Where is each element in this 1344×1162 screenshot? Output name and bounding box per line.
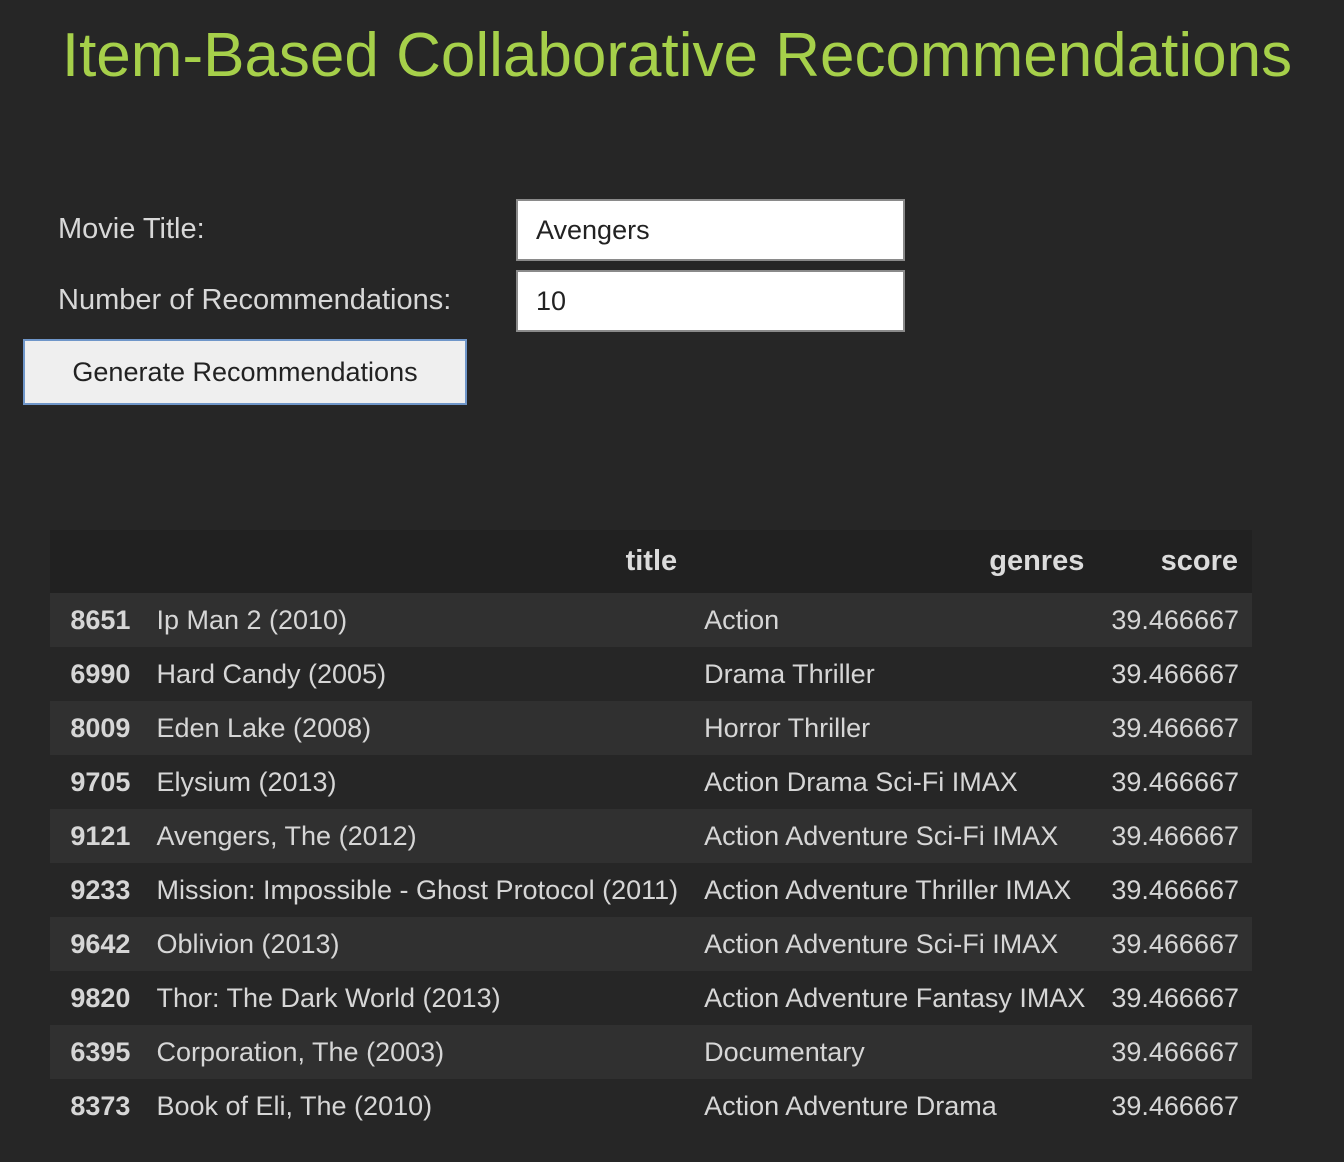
row-genres: Action Adventure Sci-Fi IMAX	[691, 809, 1099, 863]
row-index: 9820	[50, 971, 144, 1025]
page: Item-Based Collaborative Recommendations…	[0, 0, 1344, 1162]
table-header-row: title genres score	[50, 530, 1252, 593]
row-index: 9121	[50, 809, 144, 863]
table-row: 6990 Hard Candy (2005) Drama Thriller 39…	[50, 647, 1252, 701]
row-title: Eden Lake (2008)	[143, 701, 692, 755]
row-title: Elysium (2013)	[143, 755, 692, 809]
table-row: 9642 Oblivion (2013) Action Adventure Sc…	[50, 917, 1252, 971]
row-genres: Action	[691, 593, 1099, 647]
row-score: 39.466667	[1098, 1025, 1252, 1079]
row-index: 8009	[50, 701, 144, 755]
recommendations-table: title genres score 8651 Ip Man 2 (2010) …	[50, 530, 1252, 1133]
row-score: 39.466667	[1098, 593, 1252, 647]
table-row: 9820 Thor: The Dark World (2013) Action …	[50, 971, 1252, 1025]
row-score: 39.466667	[1098, 863, 1252, 917]
row-index: 9642	[50, 917, 144, 971]
row-genres: Action Drama Sci-Fi IMAX	[691, 755, 1099, 809]
row-genres: Drama Thriller	[691, 647, 1099, 701]
row-title: Avengers, The (2012)	[143, 809, 692, 863]
row-title: Hard Candy (2005)	[143, 647, 692, 701]
row-score: 39.466667	[1098, 971, 1252, 1025]
row-score: 39.466667	[1098, 917, 1252, 971]
row-genres: Action Adventure Drama	[691, 1079, 1099, 1133]
row-title: Ip Man 2 (2010)	[143, 593, 692, 647]
row-score: 39.466667	[1098, 1079, 1252, 1133]
row-index: 9705	[50, 755, 144, 809]
row-score: 39.466667	[1098, 701, 1252, 755]
table-row: 8651 Ip Man 2 (2010) Action 39.466667	[50, 593, 1252, 647]
row-title: Mission: Impossible - Ghost Protocol (20…	[143, 863, 692, 917]
row-genres: Action Adventure Fantasy IMAX	[691, 971, 1099, 1025]
row-score: 39.466667	[1098, 647, 1252, 701]
table-row: 6395 Corporation, The (2003) Documentary…	[50, 1025, 1252, 1079]
row-genres: Action Adventure Sci-Fi IMAX	[691, 917, 1099, 971]
row-index: 6990	[50, 647, 144, 701]
row-index: 9233	[50, 863, 144, 917]
page-title: Item-Based Collaborative Recommendations	[61, 21, 1293, 90]
table-row: 9705 Elysium (2013) Action Drama Sci-Fi …	[50, 755, 1252, 809]
row-title: Book of Eli, The (2010)	[143, 1079, 692, 1133]
movie-title-label: Movie Title:	[58, 213, 205, 245]
num-recommendations-label: Number of Recommendations:	[58, 284, 452, 316]
row-index: 6395	[50, 1025, 144, 1079]
row-index: 8651	[50, 593, 144, 647]
row-title: Thor: The Dark World (2013)	[143, 971, 692, 1025]
header-title: title	[143, 530, 692, 593]
movie-title-input[interactable]	[516, 199, 905, 261]
row-score: 39.466667	[1098, 755, 1252, 809]
row-index: 8373	[50, 1079, 144, 1133]
row-genres: Horror Thriller	[691, 701, 1099, 755]
header-genres: genres	[691, 530, 1099, 593]
row-score: 39.466667	[1098, 809, 1252, 863]
table-row: 8373 Book of Eli, The (2010) Action Adve…	[50, 1079, 1252, 1133]
generate-recommendations-button[interactable]: Generate Recommendations	[23, 339, 467, 405]
row-title: Oblivion (2013)	[143, 917, 692, 971]
table-row: 9121 Avengers, The (2012) Action Adventu…	[50, 809, 1252, 863]
row-title: Corporation, The (2003)	[143, 1025, 692, 1079]
header-index	[50, 530, 144, 593]
num-recommendations-input[interactable]	[516, 270, 905, 332]
table-row: 9233 Mission: Impossible - Ghost Protoco…	[50, 863, 1252, 917]
row-genres: Action Adventure Thriller IMAX	[691, 863, 1099, 917]
header-score: score	[1098, 530, 1252, 593]
table-row: 8009 Eden Lake (2008) Horror Thriller 39…	[50, 701, 1252, 755]
row-genres: Documentary	[691, 1025, 1099, 1079]
